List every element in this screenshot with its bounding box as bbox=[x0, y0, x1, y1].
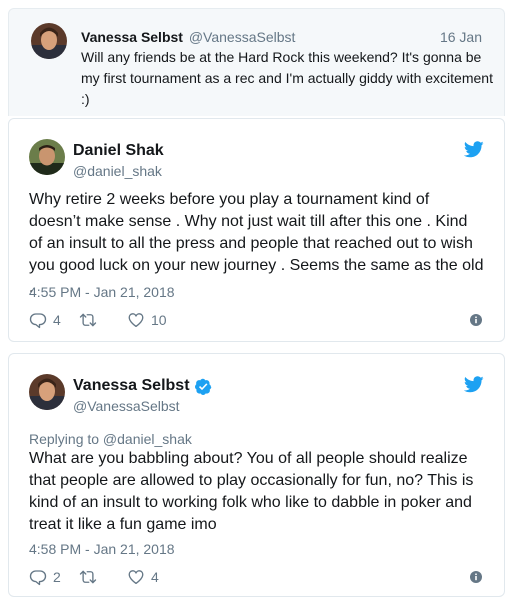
tweet-timestamp[interactable]: 4:55 PM - Jan 21, 2018 bbox=[29, 284, 175, 300]
tweet-actions: 2 4 bbox=[29, 568, 484, 588]
avatar[interactable] bbox=[29, 374, 65, 410]
tweet-text: Why retire 2 weeks before you play a tou… bbox=[29, 191, 484, 296]
replying-to-label[interactable]: Replying to @daniel_shak bbox=[29, 431, 192, 447]
like-button[interactable]: 4 bbox=[127, 568, 159, 586]
reply-button[interactable]: 4 bbox=[29, 311, 61, 329]
avatar[interactable] bbox=[31, 23, 67, 59]
like-count: 10 bbox=[151, 312, 167, 328]
reply-button[interactable]: 2 bbox=[29, 568, 61, 586]
retweet-button[interactable] bbox=[79, 311, 103, 329]
like-icon bbox=[128, 313, 144, 328]
like-button[interactable]: 10 bbox=[127, 311, 167, 329]
quoted-tweet-header: Vanessa Selbst @VanessaSelbst 16 Jan bbox=[81, 29, 482, 47]
like-icon bbox=[128, 570, 144, 585]
tweet-card[interactable]: Daniel Shak @daniel_shak Why retire 2 we… bbox=[8, 118, 505, 342]
info-icon[interactable] bbox=[470, 314, 482, 326]
avatar[interactable] bbox=[29, 139, 65, 175]
quoted-author-name[interactable]: Vanessa Selbst bbox=[81, 29, 183, 45]
reply-icon bbox=[29, 570, 47, 586]
author-name-text: Vanessa Selbst bbox=[73, 377, 190, 394]
author-handle[interactable]: @VanessaSelbst bbox=[73, 398, 180, 414]
twitter-bird-icon[interactable] bbox=[464, 141, 484, 158]
reply-icon bbox=[29, 313, 47, 329]
quoted-tweet[interactable]: Vanessa Selbst @VanessaSelbst 16 Jan Wil… bbox=[8, 8, 505, 116]
retweet-icon bbox=[79, 313, 97, 327]
reply-count: 4 bbox=[53, 312, 61, 328]
author-handle[interactable]: @daniel_shak bbox=[73, 163, 162, 179]
retweet-icon bbox=[79, 570, 97, 584]
tweet-text: What are you babbling about? You of all … bbox=[29, 450, 474, 533]
author-name-text: Daniel Shak bbox=[73, 142, 164, 159]
quoted-author-handle[interactable]: @VanessaSelbst bbox=[189, 29, 296, 45]
quoted-date[interactable]: 16 Jan bbox=[440, 29, 482, 45]
tweet-card[interactable]: Vanessa Selbst @VanessaSelbst Replying t… bbox=[8, 353, 505, 597]
retweet-button[interactable] bbox=[79, 568, 103, 586]
verified-badge-icon bbox=[194, 378, 211, 395]
author-name[interactable]: Vanessa Selbst bbox=[73, 377, 212, 395]
info-icon[interactable] bbox=[470, 571, 482, 583]
author-name[interactable]: Daniel Shak bbox=[73, 142, 164, 160]
like-count: 4 bbox=[151, 569, 159, 585]
reply-count: 2 bbox=[53, 569, 61, 585]
quoted-tweet-text: Will any friends be at the Hard Rock thi… bbox=[81, 49, 493, 107]
twitter-bird-icon[interactable] bbox=[464, 376, 484, 393]
tweet-timestamp[interactable]: 4:58 PM - Jan 21, 2018 bbox=[29, 541, 175, 557]
tweet-actions: 4 10 bbox=[29, 311, 484, 331]
